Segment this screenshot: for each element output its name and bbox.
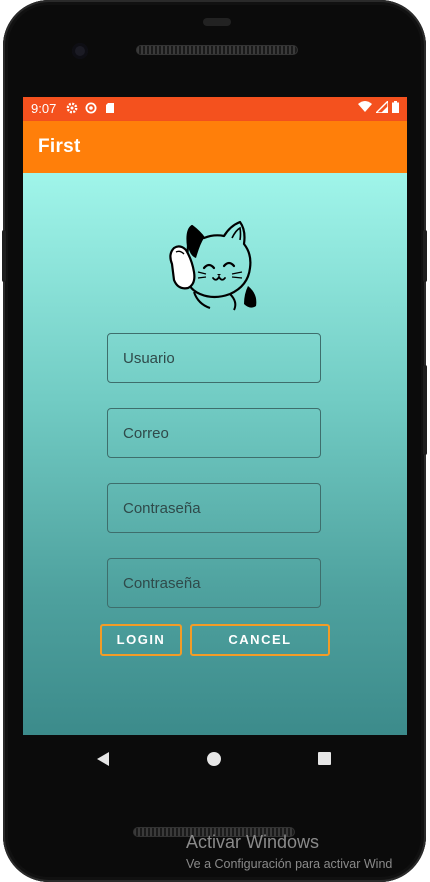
wifi-icon [358,101,372,112]
username-field[interactable]: Usuario [107,333,321,383]
password-field[interactable]: Contraseña [107,483,321,533]
top-speaker [136,45,298,55]
status-right-icons [358,101,399,113]
status-left-icons [66,101,116,115]
signal-icon [376,101,388,113]
password-placeholder: Contraseña [123,500,201,517]
side-button [423,365,427,455]
email-placeholder: Correo [123,425,169,442]
recents-icon[interactable] [318,752,331,765]
confirm-password-placeholder: Contraseña [123,575,201,592]
settings-icon [66,102,78,114]
status-bar: 9:07 [23,97,407,121]
front-camera-icon [72,43,88,59]
confirm-password-field[interactable]: Contraseña [107,558,321,608]
login-screen: Usuario Correo Contraseña Contraseña LOG… [23,173,407,735]
sd-card-icon [106,103,114,113]
status-time: 9:07 [31,101,57,116]
navigation-bar [23,735,407,783]
windows-activation-subtitle: Ve a Configuración para activar Wind [186,857,393,871]
email-field[interactable]: Correo [107,408,321,458]
login-button[interactable]: LOGIN [100,624,182,656]
volume-button [2,230,6,282]
back-icon[interactable] [96,752,110,766]
cancel-button[interactable]: CANCEL [190,624,330,656]
battery-icon [392,101,399,113]
app-title: First [38,136,81,157]
app-bar: First [23,121,407,173]
waving-cat-icon [169,220,257,311]
username-placeholder: Usuario [123,350,175,367]
windows-activation-title: Activar Windows [186,832,320,852]
home-icon[interactable] [207,752,221,766]
earpiece [203,18,231,26]
device-screen: 9:07 First Usuario Correo Contraseña Con… [23,97,407,735]
data-saver-icon [85,102,97,114]
power-button [423,230,427,282]
